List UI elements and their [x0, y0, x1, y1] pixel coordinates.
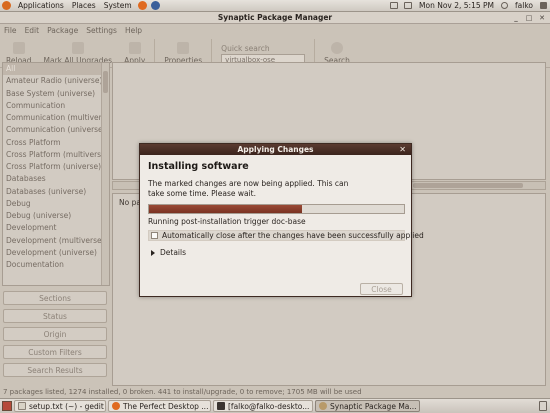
search-icon [331, 42, 344, 54]
section-item[interactable]: Databases (universe) [3, 186, 101, 198]
show-desktop-icon[interactable] [2, 401, 12, 411]
bottom-taskbar: setup.txt (~) - gedit The Perfect Deskto… [0, 398, 550, 413]
properties-icon [177, 42, 190, 54]
section-item[interactable]: Communication (multiverse) [3, 112, 101, 124]
section-item[interactable]: Cross Platform (multiverse) [3, 149, 101, 161]
section-item[interactable]: Debug [3, 198, 101, 210]
left-column: All Amateur Radio (universe) Base System… [2, 62, 110, 386]
dialog-body: Installing software The marked changes a… [140, 155, 424, 297]
section-item[interactable]: Development [3, 222, 101, 234]
toolbar-separator [211, 38, 213, 63]
menu-file[interactable]: File [0, 26, 21, 35]
network-icon[interactable] [390, 2, 399, 9]
scrollbar-thumb[interactable] [103, 71, 108, 93]
section-item[interactable]: Databases [3, 173, 101, 185]
dialog-heading: Installing software [148, 161, 249, 172]
section-item[interactable]: Development (multiverse) [3, 235, 101, 247]
trash-icon[interactable] [539, 401, 547, 411]
autoclose-label[interactable]: Automatically close after the changes ha… [162, 231, 424, 240]
dialog-title: Applying Changes [237, 145, 314, 154]
section-item[interactable]: Communication (universe) [3, 124, 101, 136]
search-results-button[interactable]: Search Results [3, 363, 107, 377]
autoclose-checkbox[interactable] [151, 232, 158, 239]
user-icon [501, 2, 508, 9]
user-name[interactable]: falko [511, 0, 537, 12]
section-item[interactable]: Development (universe) [3, 247, 101, 259]
clock[interactable]: Mon Nov 2, 5:15 PM [415, 0, 498, 12]
firefox-icon [112, 402, 120, 410]
quick-search-label: Quick search [221, 44, 270, 53]
description-text: No pa [119, 198, 141, 207]
minimize-icon[interactable]: _ [510, 13, 522, 22]
apply-icon [128, 42, 141, 54]
dialog-titlebar[interactable]: Applying Changes ✕ [140, 144, 411, 155]
section-item[interactable]: Cross Platform (universe) [3, 161, 101, 173]
reload-icon [12, 42, 25, 54]
ubuntu-logo-icon[interactable] [2, 1, 11, 10]
menu-settings[interactable]: Settings [82, 26, 121, 35]
menu-help[interactable]: Help [121, 26, 146, 35]
applications-menu[interactable]: Applications [14, 0, 68, 12]
scrollbar-thumb[interactable] [413, 183, 523, 188]
menubar: File Edit Package Settings Help [0, 24, 550, 36]
section-item[interactable]: Amateur Radio (universe) [3, 75, 101, 87]
details-expander[interactable]: Details [148, 248, 403, 257]
window-title: Synaptic Package Manager [217, 13, 333, 22]
autoclose-checkbox-row[interactable]: Automatically close after the changes ha… [148, 230, 424, 241]
panel-tray: Mon Nov 2, 5:15 PM falko [387, 0, 550, 12]
install-progress-bar [148, 204, 405, 214]
section-list[interactable]: All Amateur Radio (universe) Base System… [2, 62, 110, 286]
window-titlebar[interactable]: Synaptic Package Manager _ □ ✕ [0, 12, 550, 24]
section-item[interactable]: All [3, 63, 101, 76]
synaptic-icon [319, 402, 327, 410]
taskbar-item-gedit[interactable]: setup.txt (~) - gedit [14, 400, 106, 412]
progress-status-text: Running post-installation trigger doc-ba… [148, 217, 306, 226]
menu-edit[interactable]: Edit [21, 26, 44, 35]
toolbar-separator [154, 38, 156, 63]
section-item[interactable]: Communication [3, 100, 101, 112]
volume-icon[interactable] [404, 2, 413, 9]
section-item[interactable]: Cross Platform [3, 137, 101, 149]
applying-changes-dialog: Applying Changes ✕ Installing software T… [139, 143, 424, 297]
expander-arrow-icon [151, 249, 155, 256]
gedit-icon [18, 402, 26, 410]
evolution-launcher-icon[interactable] [150, 1, 160, 10]
section-item[interactable]: Debug (universe) [3, 210, 101, 222]
taskbar-item-terminal[interactable]: [falko@falko-deskto... [213, 400, 313, 412]
taskbar-item-synaptic[interactable]: Synaptic Package Ma... [315, 400, 420, 412]
firefox-launcher-icon[interactable] [137, 1, 147, 10]
mark-upgrades-icon [71, 42, 84, 54]
menu-package[interactable]: Package [43, 26, 82, 35]
close-icon[interactable]: ✕ [536, 13, 548, 22]
dialog-message: The marked changes are now being applied… [148, 179, 349, 198]
sections-filter-button[interactable]: Sections [3, 291, 107, 305]
custom-filters-button[interactable]: Custom Filters [3, 345, 107, 359]
dialog-close-icon[interactable]: ✕ [399, 144, 406, 155]
top-panel: Applications Places System Mon Nov 2, 5:… [0, 0, 550, 12]
shutdown-icon[interactable] [540, 2, 547, 9]
maximize-icon[interactable]: □ [523, 13, 535, 22]
section-item[interactable]: Base System (universe) [3, 88, 101, 100]
status-filter-button[interactable]: Status [3, 309, 107, 323]
section-scrollbar[interactable] [101, 63, 109, 285]
terminal-icon [217, 402, 225, 410]
section-item[interactable]: Documentation [3, 259, 101, 271]
progress-fill [149, 205, 302, 213]
places-menu[interactable]: Places [68, 0, 100, 12]
status-bar: 7 packages listed, 1274 installed, 0 bro… [3, 388, 362, 396]
details-label: Details [160, 248, 187, 257]
taskbar-item-firefox[interactable]: The Perfect Desktop ... [108, 400, 211, 412]
close-button[interactable]: Close [360, 283, 403, 295]
system-menu[interactable]: System [100, 0, 136, 12]
origin-filter-button[interactable]: Origin [3, 327, 107, 341]
toolbar-separator [314, 38, 316, 63]
